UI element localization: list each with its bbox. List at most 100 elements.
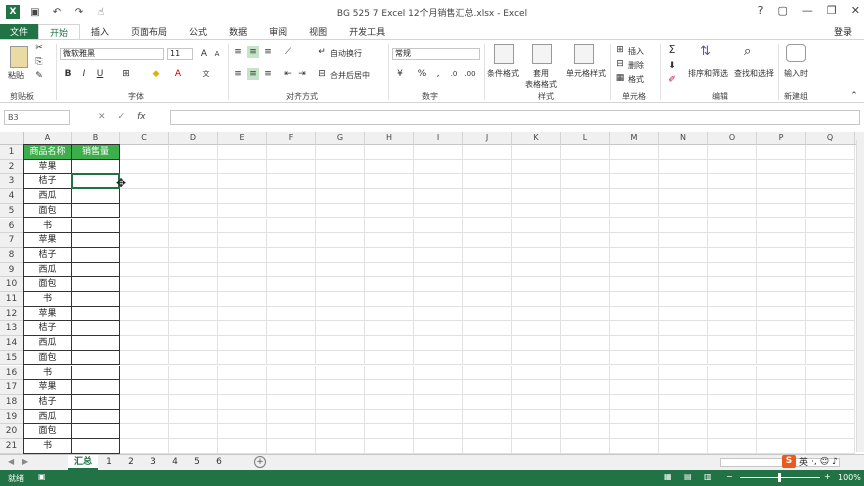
- sheet-tab[interactable]: 4: [164, 455, 186, 470]
- decrease-decimal-icon[interactable]: .00: [464, 68, 476, 80]
- grid-cell[interactable]: [561, 409, 610, 425]
- row-header[interactable]: 14: [0, 336, 24, 351]
- grid-cell[interactable]: [561, 145, 610, 160]
- grid-cell[interactable]: [561, 159, 610, 175]
- grid-cell[interactable]: [414, 350, 463, 366]
- worksheet-grid[interactable]: A B C D E F G H I J K L M N O P Q 1 商品名称 销售量 2 苹果 3 桔子 4 西瓜 5 面包 6 书 7…: [0, 132, 864, 454]
- column-header-q[interactable]: Q: [806, 132, 855, 145]
- grid-cell[interactable]: [316, 218, 365, 234]
- grid-cell[interactable]: [218, 439, 267, 454]
- grid-cell[interactable]: [659, 321, 708, 337]
- grid-cell[interactable]: [512, 203, 561, 219]
- grid-cell[interactable]: [414, 262, 463, 278]
- sheet-tab[interactable]: 6: [208, 455, 230, 470]
- grid-cell[interactable]: [512, 233, 561, 248]
- grid-cell[interactable]: [316, 394, 365, 410]
- grid-cell[interactable]: [414, 174, 463, 190]
- grid-cell[interactable]: [806, 380, 855, 395]
- grid-cell[interactable]: [610, 203, 659, 219]
- collapse-ribbon-icon[interactable]: ⌃: [848, 90, 860, 102]
- grid-cell[interactable]: [757, 350, 806, 366]
- grid-cell[interactable]: [708, 277, 757, 292]
- grid-cell[interactable]: [512, 365, 561, 381]
- grid-cell[interactable]: [463, 262, 512, 278]
- grid-cell[interactable]: [708, 233, 757, 248]
- row-header[interactable]: 13: [0, 321, 24, 337]
- phonetic-icon[interactable]: 文: [200, 68, 212, 80]
- tab-insert[interactable]: 插入: [80, 24, 120, 39]
- grid-cell[interactable]: [120, 439, 169, 454]
- macro-record-icon[interactable]: ▣: [38, 472, 46, 481]
- grid-cell[interactable]: [708, 380, 757, 395]
- align-top-icon[interactable]: ≡: [232, 46, 244, 58]
- grid-cell[interactable]: [169, 277, 218, 292]
- grid-cell[interactable]: [610, 292, 659, 307]
- speech-bubble-icon[interactable]: [786, 44, 806, 62]
- row-header[interactable]: 7: [0, 233, 24, 248]
- grid-cell[interactable]: [120, 321, 169, 337]
- grid-cell[interactable]: [267, 380, 316, 395]
- grid-cell[interactable]: [169, 365, 218, 381]
- zoom-in-icon[interactable]: +: [824, 472, 831, 481]
- redo-icon[interactable]: ↷: [72, 7, 86, 18]
- tab-review[interactable]: 审阅: [258, 24, 298, 39]
- grid-cell[interactable]: [512, 262, 561, 278]
- new-group-button[interactable]: 输入时: [784, 68, 808, 79]
- grid-cell[interactable]: [806, 350, 855, 366]
- grid-cell[interactable]: [365, 277, 414, 292]
- align-middle-icon[interactable]: ≡: [247, 46, 259, 58]
- grid-cell[interactable]: [708, 321, 757, 337]
- grid-cell[interactable]: [561, 365, 610, 381]
- grid-cell[interactable]: [120, 350, 169, 366]
- grid-cell[interactable]: [365, 380, 414, 395]
- grid-cell[interactable]: [610, 145, 659, 160]
- grid-cell[interactable]: [414, 439, 463, 454]
- grid-cell[interactable]: [708, 306, 757, 322]
- grid-cell[interactable]: [757, 203, 806, 219]
- cut-icon[interactable]: ✂: [33, 42, 45, 54]
- grid-cell[interactable]: [218, 218, 267, 234]
- row-header[interactable]: 1: [0, 145, 24, 160]
- align-right-icon[interactable]: ≡: [262, 68, 274, 80]
- grid-cell[interactable]: [120, 145, 169, 160]
- row-header[interactable]: 19: [0, 409, 24, 425]
- grid-cell[interactable]: [169, 292, 218, 307]
- grid-cell[interactable]: [708, 145, 757, 160]
- emoji-icon[interactable]: ☺: [820, 457, 829, 467]
- grid-cell[interactable]: [267, 350, 316, 366]
- grid-cell[interactable]: [267, 394, 316, 410]
- grid-cell[interactable]: [414, 292, 463, 307]
- grid-cell[interactable]: [757, 159, 806, 175]
- column-header-o[interactable]: O: [708, 132, 757, 145]
- grid-cell[interactable]: [512, 439, 561, 454]
- sort-filter-icon[interactable]: ⇅: [700, 44, 718, 64]
- grid-cell[interactable]: [169, 394, 218, 410]
- grid-cell[interactable]: [512, 292, 561, 307]
- grid-cell[interactable]: [512, 394, 561, 410]
- grid-cell[interactable]: [610, 247, 659, 263]
- grid-cell[interactable]: [120, 277, 169, 292]
- grid-cell[interactable]: [561, 424, 610, 439]
- grid-cell[interactable]: [169, 247, 218, 263]
- microphone-icon[interactable]: ♪: [832, 457, 838, 467]
- grid-cell[interactable]: [365, 306, 414, 322]
- grid-cell[interactable]: [120, 292, 169, 307]
- font-shrink-icon[interactable]: A: [211, 48, 223, 60]
- login-link[interactable]: 登录: [834, 24, 852, 39]
- orientation-icon[interactable]: ⟋: [282, 46, 294, 58]
- grid-cell[interactable]: [512, 247, 561, 263]
- grid-cell[interactable]: [316, 262, 365, 278]
- table-format-icon[interactable]: [532, 44, 552, 64]
- grid-cell[interactable]: [218, 424, 267, 439]
- format-painter-icon[interactable]: ✎: [33, 70, 45, 82]
- ribbon-display-icon[interactable]: ▢: [778, 4, 788, 17]
- grid-cell[interactable]: [659, 350, 708, 366]
- percent-button[interactable]: %: [416, 68, 428, 80]
- grid-cell[interactable]: [169, 218, 218, 234]
- paste-button[interactable]: 粘贴: [8, 70, 24, 81]
- grid-cell[interactable]: [316, 439, 365, 454]
- grid-cell[interactable]: [512, 409, 561, 425]
- grid-cell[interactable]: [365, 365, 414, 381]
- grid-cell[interactable]: [512, 159, 561, 175]
- grid-cell[interactable]: [806, 145, 855, 160]
